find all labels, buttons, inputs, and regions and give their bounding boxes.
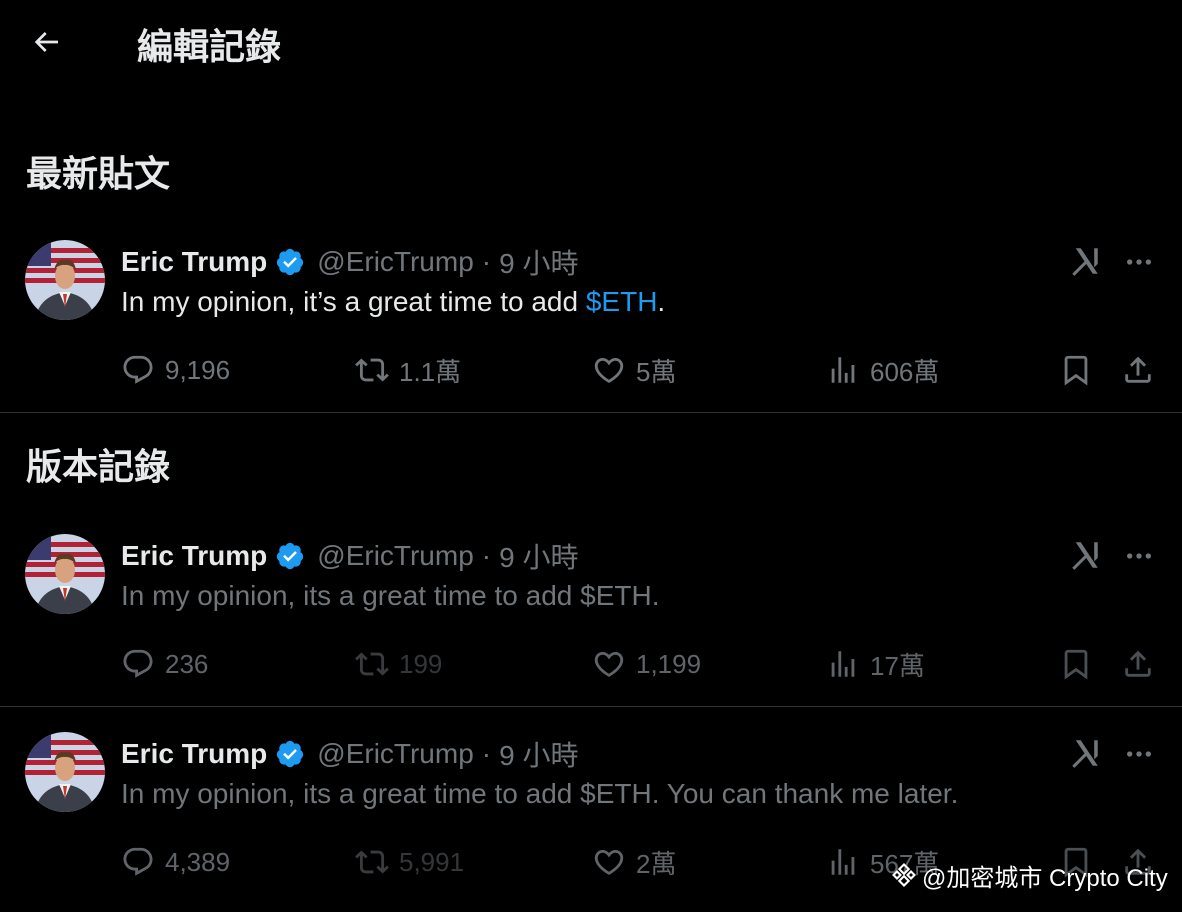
- bookmark-icon: [1059, 647, 1093, 681]
- repost-icon: [355, 845, 389, 879]
- bookmark-button[interactable]: [1058, 350, 1094, 390]
- views-count: 17萬: [870, 650, 925, 681]
- divider: [0, 412, 1182, 413]
- back-button[interactable]: [26, 22, 66, 62]
- author-handle[interactable]: @EricTrump: [317, 540, 474, 572]
- reply-button[interactable]: 9,196: [121, 350, 230, 390]
- views-icon: [826, 353, 860, 387]
- views-icon: [826, 845, 860, 879]
- post-text: In my opinion, its a great time to add $…: [121, 778, 959, 809]
- reply-button[interactable]: 236: [121, 644, 208, 684]
- page-header: 編輯記錄: [0, 0, 1182, 90]
- divider: [0, 706, 1182, 707]
- bookmark-button[interactable]: [1058, 644, 1094, 684]
- reply-count: 236: [165, 648, 209, 679]
- verified-badge-icon: [275, 247, 305, 277]
- more-icon: [1123, 246, 1155, 278]
- repost-icon: [355, 353, 389, 387]
- reply-button[interactable]: 4,389: [121, 842, 230, 882]
- page-title: 編輯記錄: [137, 26, 282, 67]
- views-button[interactable]: 17萬: [826, 644, 925, 684]
- watermark: @加密城市 Crypto City: [890, 858, 1168, 892]
- like-icon: [592, 647, 626, 681]
- post-time[interactable]: 9 小時: [499, 734, 578, 774]
- binance-logo-icon: [892, 863, 916, 887]
- like-icon: [592, 845, 626, 879]
- grok-button[interactable]: [1068, 244, 1102, 278]
- like-count: 1,199: [636, 648, 702, 679]
- repost-button[interactable]: 199: [355, 644, 442, 684]
- separator: ·: [481, 540, 492, 571]
- post-actions: 236 199 1,199 17萬: [0, 644, 1182, 684]
- author-name[interactable]: Eric Trump: [121, 738, 267, 770]
- share-icon: [1121, 353, 1155, 387]
- like-count: 2萬: [636, 848, 677, 879]
- verified-badge-icon: [275, 541, 305, 571]
- author-name[interactable]: Eric Trump: [121, 540, 267, 572]
- more-icon: [1123, 738, 1155, 770]
- avatar[interactable]: [25, 732, 105, 812]
- author-handle[interactable]: @EricTrump: [317, 738, 474, 770]
- reply-icon: [121, 353, 155, 387]
- repost-button[interactable]: 5,991: [355, 842, 464, 882]
- post-header: Eric Trump @EricTrump · 9 小時: [121, 240, 578, 284]
- like-button[interactable]: 2萬: [592, 842, 676, 882]
- share-icon: [1121, 647, 1155, 681]
- post-time[interactable]: 9 小時: [499, 242, 578, 282]
- post-text: In my opinion, its a great time to add $…: [121, 580, 660, 611]
- reply-icon: [121, 845, 155, 879]
- post-text-after: .: [657, 286, 666, 317]
- views-count: 606萬: [870, 356, 940, 387]
- history-post[interactable]: Eric Trump @EricTrump · 9 小時 In my opini…: [0, 534, 1182, 714]
- grok-button[interactable]: [1068, 736, 1102, 770]
- repost-count: 199: [399, 648, 443, 679]
- reply-count: 4,389: [165, 846, 231, 877]
- more-button[interactable]: [1121, 538, 1157, 574]
- like-button[interactable]: 1,199: [592, 644, 701, 684]
- verified-badge-icon: [275, 739, 305, 769]
- more-button[interactable]: [1121, 736, 1157, 772]
- reply-count: 9,196: [165, 354, 231, 385]
- post-header: Eric Trump @EricTrump · 9 小時: [121, 534, 578, 578]
- author-name[interactable]: Eric Trump: [121, 246, 267, 278]
- back-arrow-icon: [34, 32, 58, 52]
- post-text: In my opinion, it’s a great time to add …: [121, 286, 665, 318]
- views-icon: [826, 647, 860, 681]
- post-actions: 9,196 1.1萬 5萬 606萬: [0, 350, 1182, 390]
- latest-post[interactable]: Eric Trump @EricTrump · 9 小時 In my opini…: [0, 240, 1182, 420]
- post-header: Eric Trump @EricTrump · 9 小時: [121, 732, 578, 776]
- post-text-before: In my opinion, it’s a great time to add: [121, 286, 586, 317]
- repost-button[interactable]: 1.1萬: [355, 350, 461, 390]
- separator: ·: [481, 246, 492, 277]
- version-history-heading: 版本記錄: [26, 446, 171, 487]
- more-button[interactable]: [1121, 244, 1157, 280]
- separator: ·: [481, 738, 492, 769]
- grok-icon: [1068, 244, 1102, 278]
- repost-count: 1.1萬: [399, 356, 462, 387]
- share-button[interactable]: [1120, 644, 1156, 684]
- avatar[interactable]: [25, 534, 105, 614]
- bookmark-icon: [1059, 353, 1093, 387]
- views-button[interactable]: 606萬: [826, 350, 939, 390]
- like-count: 5萬: [636, 356, 677, 387]
- latest-post-heading: 最新貼文: [26, 153, 171, 194]
- reply-icon: [121, 647, 155, 681]
- grok-icon: [1068, 736, 1102, 770]
- watermark-text: @加密城市 Crypto City: [922, 864, 1168, 892]
- grok-icon: [1068, 538, 1102, 572]
- author-handle[interactable]: @EricTrump: [317, 246, 474, 278]
- like-button[interactable]: 5萬: [592, 350, 676, 390]
- cashtag-link[interactable]: $ETH: [586, 286, 658, 317]
- like-icon: [592, 353, 626, 387]
- post-time[interactable]: 9 小時: [499, 536, 578, 576]
- more-icon: [1123, 540, 1155, 572]
- share-button[interactable]: [1120, 350, 1156, 390]
- avatar[interactable]: [25, 240, 105, 320]
- grok-button[interactable]: [1068, 538, 1102, 572]
- repost-count: 5,991: [399, 846, 465, 877]
- repost-icon: [355, 647, 389, 681]
